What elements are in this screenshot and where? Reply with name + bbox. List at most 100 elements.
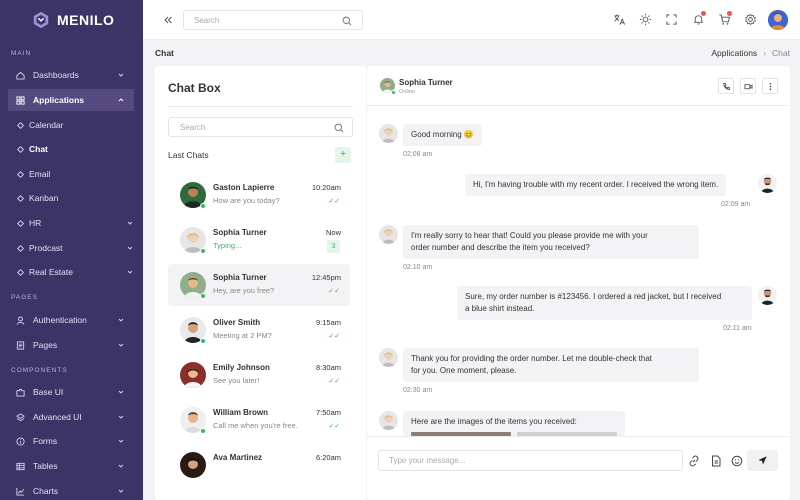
section-pages: PAGES <box>11 294 38 301</box>
brand[interactable]: MENILO <box>0 0 143 40</box>
chat-list-item[interactable]: William Brown Call me when you're free. … <box>168 399 350 441</box>
sidebar-subitem-chat[interactable]: Chat <box>16 141 48 157</box>
chat-list-item[interactable]: Sophia Turner Typing... Now 3 <box>168 219 350 261</box>
search-icon[interactable] <box>342 16 352 26</box>
bullet-icon <box>16 170 25 178</box>
chat-list-item[interactable]: Oliver Smith Meeting at 2 PM? 9:15am ✓✓ <box>168 309 350 351</box>
chat-list-item-active[interactable]: Sophia Turner Hey, are you free? 12:45pm… <box>168 264 350 306</box>
online-indicator <box>200 248 206 254</box>
chat-box-title: Chat Box <box>168 81 221 95</box>
sidebar-item-applications[interactable]: Applications <box>8 89 134 111</box>
chat-search-input[interactable] <box>180 122 330 132</box>
contact-name: Oliver Smith <box>213 318 261 327</box>
send-icon <box>758 456 767 465</box>
file-icon[interactable] <box>710 455 722 467</box>
message-time: 02:11 am <box>723 325 752 332</box>
voice-call-button[interactable] <box>718 78 734 94</box>
header-search[interactable] <box>183 10 363 30</box>
breadcrumb: Applications › Chat <box>711 48 790 58</box>
user-avatar[interactable] <box>768 10 788 30</box>
video-icon <box>743 83 753 89</box>
send-button[interactable] <box>747 450 778 471</box>
translate-icon[interactable] <box>613 13 626 26</box>
message-input[interactable] <box>389 456 669 465</box>
breadcrumb-separator: › <box>763 48 767 58</box>
contact-name: Sophia Turner <box>213 228 267 237</box>
sidebar: MENILO MAIN Dashboards Applications Cale… <box>0 0 143 500</box>
sidebar-item-label: Authentication <box>33 315 87 325</box>
section-components: COMPONENTS <box>11 367 68 374</box>
chevron-down-icon <box>118 464 124 468</box>
sidebar-item-pages[interactable]: Pages <box>8 334 134 356</box>
sidebar-item-label: Base UI <box>33 387 64 397</box>
contact-time: Now <box>325 228 341 237</box>
sidebar-item-label: Tables <box>33 461 58 471</box>
chevron-down-icon <box>118 73 124 77</box>
puzzle-icon <box>16 388 25 397</box>
message-bubble-incoming: Thank you for providing the order number… <box>403 348 699 382</box>
chevron-up-icon <box>118 98 124 102</box>
online-indicator <box>200 428 206 434</box>
sidebar-subitem-real-estate[interactable]: Real Estate <box>16 264 134 280</box>
avatar <box>758 286 777 305</box>
bullet-icon <box>16 121 25 129</box>
message-line: Thank you for providing the order number… <box>411 354 653 363</box>
gear-icon[interactable] <box>744 13 757 26</box>
contact-time: 10:20am <box>311 183 341 192</box>
notification-dot <box>701 11 706 16</box>
read-receipt-icon: ✓✓ <box>328 423 340 430</box>
search-icon[interactable] <box>334 123 344 133</box>
sidebar-subitem-label: Email <box>29 169 51 179</box>
chevron-down-icon <box>118 415 124 419</box>
sidebar-subitem-label: Kanban <box>29 193 59 203</box>
chat-list-item[interactable]: Gaston Lapierre How are you today? 10:20… <box>168 174 350 216</box>
message-bubble-incoming: I'm really sorry to hear that! Could you… <box>403 225 699 259</box>
chevron-down-icon <box>118 439 124 443</box>
table-icon <box>16 462 25 471</box>
sidebar-subitem-calendar[interactable]: Calendar <box>16 117 64 133</box>
sidebar-subitem-prodcast[interactable]: Prodcast <box>16 240 134 256</box>
sun-icon[interactable] <box>639 13 652 26</box>
link-icon[interactable] <box>688 455 700 467</box>
sidebar-item-forms[interactable]: Forms <box>8 430 134 452</box>
sidebar-item-dashboards[interactable]: Dashboards <box>8 64 134 86</box>
top-header <box>143 0 800 40</box>
sidebar-item-charts[interactable]: Charts <box>8 480 134 500</box>
chat-list-item[interactable]: Ava Martinez 6:20am <box>168 444 350 486</box>
sidebar-subitem-email[interactable]: Email <box>16 166 51 182</box>
online-indicator <box>391 90 396 95</box>
more-options-button[interactable] <box>762 78 778 94</box>
chat-list-item[interactable]: Emily Johnson See you later! 8:30am ✓✓ <box>168 354 350 396</box>
chevron-down-icon <box>127 221 133 225</box>
contact-last-message: How are you today? <box>213 196 280 205</box>
breadcrumb-current: Chat <box>772 48 790 58</box>
unread-badge: 3 <box>327 240 340 253</box>
message-input-wrapper[interactable] <box>378 450 683 471</box>
fullscreen-icon[interactable] <box>665 13 678 26</box>
sidebar-item-label: Advanced UI <box>33 412 82 422</box>
video-call-button[interactable] <box>740 78 756 94</box>
contact-last-message: Meeting at 2 PM? <box>213 331 272 340</box>
chart-line-icon <box>16 487 25 496</box>
sidebar-item-authentication[interactable]: Authentication <box>8 309 134 331</box>
cart-dot <box>727 11 732 16</box>
avatar <box>180 452 206 478</box>
sidebar-item-tables[interactable]: Tables <box>8 455 134 477</box>
message-time: 02:30 am <box>403 387 433 394</box>
sidebar-subitem-kanban[interactable]: Kanban <box>16 190 59 206</box>
collapse-sidebar-icon[interactable] <box>162 14 174 26</box>
phone-icon <box>722 82 730 90</box>
sidebar-item-advanced-ui[interactable]: Advanced UI <box>8 406 134 428</box>
chat-search[interactable] <box>168 117 353 137</box>
bullet-icon <box>16 145 25 153</box>
sidebar-subitem-label: Calendar <box>29 120 64 130</box>
sidebar-item-base-ui[interactable]: Base UI <box>8 381 134 403</box>
online-indicator <box>200 338 206 344</box>
brand-name: MENILO <box>57 12 115 28</box>
new-chat-button[interactable]: + <box>335 147 351 163</box>
breadcrumb-parent[interactable]: Applications <box>711 48 757 58</box>
emoji-icon[interactable] <box>731 455 743 467</box>
sidebar-subitem-hr[interactable]: HR <box>16 215 134 231</box>
header-search-input[interactable] <box>194 15 334 25</box>
message-line: a blue shirt instead. <box>465 304 535 313</box>
